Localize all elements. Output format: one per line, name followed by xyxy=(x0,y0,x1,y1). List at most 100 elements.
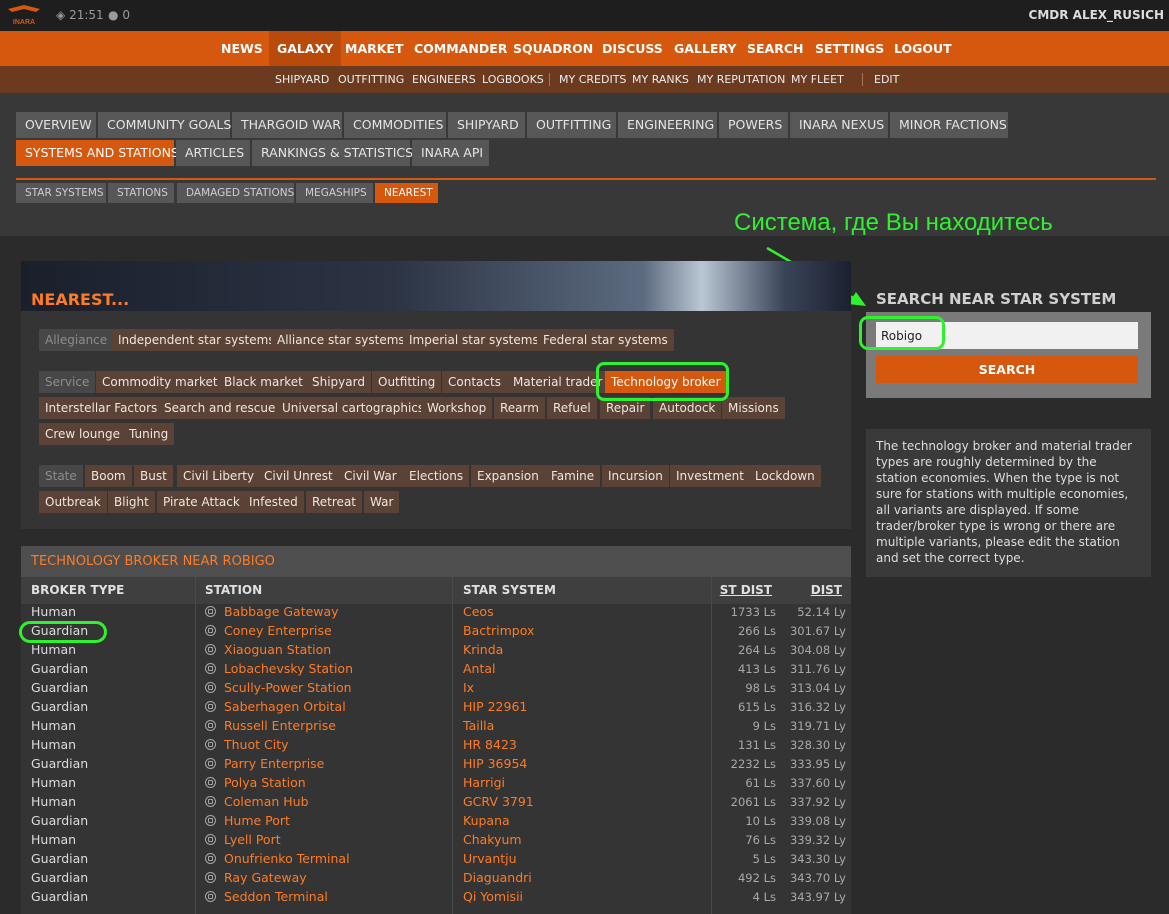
state-incursion[interactable]: Incursion xyxy=(602,465,669,487)
state-outbreak[interactable]: Outbreak xyxy=(39,491,107,513)
state-bust[interactable]: Bust xyxy=(134,465,173,487)
tab-rankings-statistics[interactable]: RANKINGS & STATISTICS xyxy=(252,140,413,166)
nav-search[interactable]: SEARCH xyxy=(747,31,803,66)
star-system-link[interactable]: Urvantju xyxy=(463,851,517,866)
service-autodock[interactable]: Autodock xyxy=(653,397,722,419)
service-workshop[interactable]: Workshop xyxy=(421,397,493,419)
search-button[interactable]: SEARCH xyxy=(876,356,1138,383)
tab-minor-factions[interactable]: MINOR FACTIONS xyxy=(890,112,1008,138)
nav-gallery[interactable]: GALLERY xyxy=(674,31,736,66)
service-tuning[interactable]: Tuning xyxy=(123,423,175,445)
state-blight[interactable]: Blight xyxy=(108,491,155,513)
tab-outfitting[interactable]: OUTFITTING xyxy=(527,112,616,138)
service-crew-lounge[interactable]: Crew lounge xyxy=(39,423,126,445)
station-link[interactable]: Parry Enterprise xyxy=(224,756,324,771)
station-link[interactable]: Coney Enterprise xyxy=(224,623,332,638)
subnav-my-reputation[interactable]: MY REPUTATION xyxy=(697,66,785,93)
state-expansion[interactable]: Expansion xyxy=(471,465,545,487)
filter-federal[interactable]: Federal star systems xyxy=(537,329,674,351)
notification-count[interactable]: ● 0 xyxy=(108,8,130,22)
inara-logo[interactable]: INARA xyxy=(6,3,42,28)
service-material-trader[interactable]: Material trader xyxy=(507,371,609,393)
star-system-link[interactable]: Tailla xyxy=(463,718,494,733)
star-system-link[interactable]: Bactrimpox xyxy=(463,623,534,638)
star-system-link[interactable]: Harrigi xyxy=(463,775,505,790)
subnav-outfitting[interactable]: OUTFITTING xyxy=(338,66,404,93)
service-search-and-rescue[interactable]: Search and rescue xyxy=(158,397,282,419)
station-link[interactable]: Hume Port xyxy=(224,813,290,828)
star-system-search-input[interactable] xyxy=(876,322,1138,349)
tab-engineering[interactable]: ENGINEERING xyxy=(618,112,717,138)
nav-market[interactable]: MARKET xyxy=(345,31,404,66)
tab-powers[interactable]: POWERS xyxy=(719,112,788,138)
service-rearm[interactable]: Rearm xyxy=(494,397,545,419)
tab-overview[interactable]: OVERVIEW xyxy=(16,112,96,138)
tab-thargoid-war[interactable]: THARGOID WAR xyxy=(232,112,342,138)
station-link[interactable]: Lyell Port xyxy=(224,832,281,847)
service-outfitting[interactable]: Outfitting xyxy=(372,371,442,393)
state-famine[interactable]: Famine xyxy=(545,465,601,487)
nav-squadron[interactable]: SQUADRON xyxy=(513,31,593,66)
state-infested[interactable]: Infested xyxy=(243,491,304,513)
tab-community-goals[interactable]: COMMUNITY GOALS xyxy=(98,112,231,138)
subtab-damaged-stations[interactable]: DAMAGED STATIONS xyxy=(177,183,294,203)
state-civil-unrest[interactable]: Civil Unrest xyxy=(258,465,339,487)
service-contacts[interactable]: Contacts xyxy=(442,371,507,393)
service-commodity-market[interactable]: Commodity market xyxy=(96,371,224,393)
station-link[interactable]: Coleman Hub xyxy=(224,794,309,809)
col-broker-type[interactable]: BROKER TYPE xyxy=(31,583,124,597)
station-link[interactable]: Onufrienko Terminal xyxy=(224,851,350,866)
star-system-link[interactable]: HIP 22961 xyxy=(463,699,527,714)
state-retreat[interactable]: Retreat xyxy=(306,491,362,513)
subnav-engineers[interactable]: ENGINEERS xyxy=(412,66,476,93)
state-war[interactable]: War xyxy=(364,491,400,513)
service-missions[interactable]: Missions xyxy=(722,397,785,419)
subnav-my-credits[interactable]: MY CREDITS xyxy=(559,66,626,93)
star-system-link[interactable]: Qi Yomisii xyxy=(463,889,523,904)
col-star-system[interactable]: STAR SYSTEM xyxy=(463,583,556,597)
subnav-logbooks[interactable]: LOGBOOKS xyxy=(482,66,544,93)
tab-shipyard[interactable]: SHIPYARD xyxy=(448,112,525,138)
star-system-link[interactable]: Ceos xyxy=(463,604,494,619)
subnav-my-ranks[interactable]: MY RANKS xyxy=(632,66,689,93)
nav-galaxy[interactable]: GALAXY xyxy=(269,31,342,66)
subtab-nearest[interactable]: NEAREST xyxy=(375,183,438,203)
station-link[interactable]: Saberhagen Orbital xyxy=(224,699,346,714)
service-black-market[interactable]: Black market xyxy=(218,371,309,393)
subnav-shipyard[interactable]: SHIPYARD xyxy=(275,66,329,93)
service-universal-cartographics[interactable]: Universal cartographics xyxy=(276,397,431,419)
station-link[interactable]: Xiaoguan Station xyxy=(224,642,331,657)
station-link[interactable]: Scully-Power Station xyxy=(224,680,352,695)
star-system-link[interactable]: Kupana xyxy=(463,813,510,828)
station-link[interactable]: Seddon Terminal xyxy=(224,889,328,904)
star-system-link[interactable]: Chakyum xyxy=(463,832,522,847)
tab-systems-and-stations[interactable]: SYSTEMS AND STATIONS xyxy=(16,140,179,166)
station-link[interactable]: Ray Gateway xyxy=(224,870,307,885)
service-technology-broker[interactable]: Technology broker xyxy=(605,371,727,393)
state-civil-war[interactable]: Civil War xyxy=(338,465,403,487)
station-link[interactable]: Polya Station xyxy=(224,775,306,790)
service-shipyard[interactable]: Shipyard xyxy=(306,371,371,393)
station-link[interactable]: Babbage Gateway xyxy=(224,604,339,619)
state-civil-liberty[interactable]: Civil Liberty xyxy=(177,465,261,487)
state-pirate-attack[interactable]: Pirate Attack xyxy=(157,491,246,513)
station-link[interactable]: Lobachevsky Station xyxy=(224,661,353,676)
state-elections[interactable]: Elections xyxy=(403,465,470,487)
state-boom[interactable]: Boom xyxy=(85,465,132,487)
tab-inara-nexus[interactable]: INARA NEXUS xyxy=(790,112,888,138)
col-dist[interactable]: DIST xyxy=(811,583,842,597)
service-refuel[interactable]: Refuel xyxy=(547,397,597,419)
filter-imperial[interactable]: Imperial star systems xyxy=(403,329,545,351)
nav-commander[interactable]: COMMANDER xyxy=(414,31,507,66)
star-system-link[interactable]: HIP 36954 xyxy=(463,756,527,771)
star-system-link[interactable]: GCRV 3791 xyxy=(463,794,534,809)
subtab-stations[interactable]: STATIONS xyxy=(108,183,174,203)
nav-settings[interactable]: SETTINGS xyxy=(815,31,884,66)
filter-alliance[interactable]: Alliance star systems xyxy=(271,329,411,351)
service-interstellar-factors[interactable]: Interstellar Factors xyxy=(39,397,164,419)
state-lockdown[interactable]: Lockdown xyxy=(749,465,821,487)
station-link[interactable]: Thuot City xyxy=(224,737,289,752)
star-system-link[interactable]: Diaguandri xyxy=(463,870,532,885)
tab-inara-api[interactable]: INARA API xyxy=(412,140,489,166)
service-repair[interactable]: Repair xyxy=(600,397,651,419)
